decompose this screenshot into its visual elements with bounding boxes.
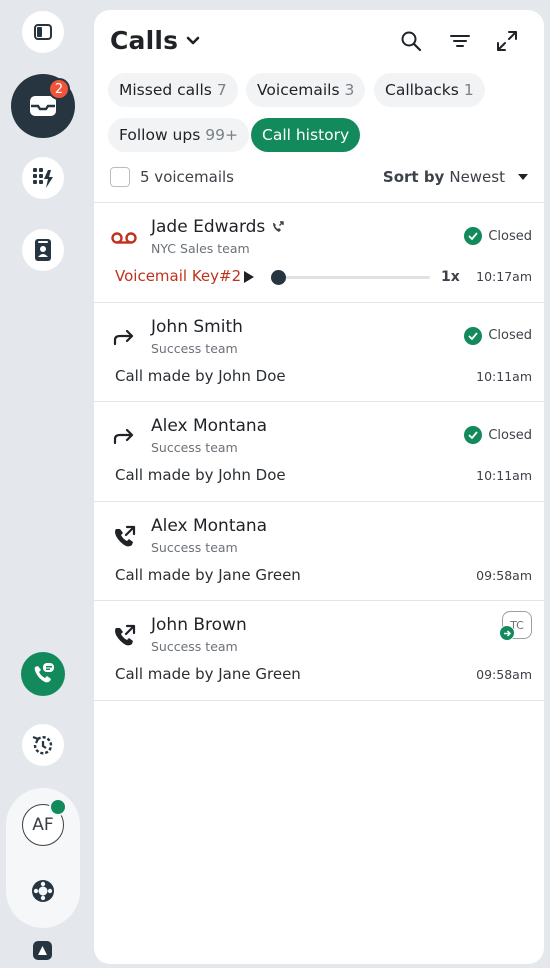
history-button[interactable]	[22, 724, 64, 766]
check-circle-icon	[464, 227, 483, 245]
playback-track[interactable]	[272, 276, 430, 279]
expand-button[interactable]	[494, 28, 520, 54]
caller-team: Success team	[151, 639, 238, 654]
help-lifebuoy-icon	[32, 880, 54, 902]
panel-header: Calls	[94, 10, 544, 74]
chip-follow-ups[interactable]: Follow ups 99+	[108, 118, 250, 152]
call-row[interactable]: John Smith Success team Closed Call made…	[94, 303, 544, 402]
caller-name: Alex Montana	[151, 515, 268, 536]
caller-name-text: Jade Edwards	[151, 217, 266, 237]
left-rail: 2 AF	[0, 0, 86, 968]
calls-panel: Calls Missed calls 7 Voicemails 3 Callba…	[94, 10, 544, 964]
call-detail: Call made by Jane Green	[115, 665, 301, 683]
outgoing-call-icon	[111, 524, 137, 550]
check-circle-icon	[464, 426, 483, 444]
history-icon	[32, 735, 53, 755]
voicemail-icon	[111, 225, 137, 251]
status-text: Closed	[488, 328, 532, 343]
caller-name: John Brown	[151, 615, 247, 635]
select-all-checkbox[interactable]	[110, 167, 130, 187]
voicemail-count: 5 voicemails	[140, 168, 234, 186]
forward-arrow-icon	[111, 424, 137, 450]
brand-logo	[33, 941, 52, 960]
play-icon[interactable]	[244, 271, 254, 283]
view-selector[interactable]: Calls	[110, 26, 200, 55]
contacts-button[interactable]	[22, 229, 64, 271]
status-text: Closed	[488, 427, 532, 443]
sidebar-toggle-icon	[34, 24, 52, 40]
search-icon	[401, 31, 422, 52]
page-title: Calls	[110, 26, 179, 55]
presence-status-dot	[49, 798, 67, 816]
assign-arrow-icon	[499, 625, 515, 641]
expand-icon	[497, 31, 517, 51]
phone-chat-icon	[34, 663, 54, 683]
chevron-down-icon	[186, 36, 200, 44]
call-row[interactable]: Alex Montana Success team Closed Call ma…	[94, 402, 544, 502]
call-row[interactable]: Alex Montana Success team Call made by J…	[94, 502, 544, 601]
caller-team: NYC Sales team	[151, 241, 250, 256]
sort-value: Newest	[449, 168, 505, 186]
call-detail: Call made by John Doe	[115, 366, 286, 385]
status-badge: Closed	[464, 326, 532, 345]
chip-count: 1	[463, 81, 474, 99]
contact-book-icon	[35, 239, 51, 261]
sort-prefix: Sort by	[382, 168, 445, 186]
caller-team: Success team	[151, 340, 238, 356]
sidebar-toggle-button[interactable]	[22, 11, 64, 53]
call-list: Jade Edwards NYC Sales team Closed Voice…	[94, 202, 544, 701]
keypad-bolt-icon	[33, 168, 53, 188]
keypad-button[interactable]	[22, 157, 64, 199]
chip-callbacks[interactable]: Callbacks 1	[374, 73, 485, 107]
caller-team: Success team	[151, 539, 238, 555]
status-text: Closed	[488, 228, 532, 244]
filter-icon	[450, 35, 470, 47]
phone-chat-button[interactable]	[21, 652, 65, 696]
chip-count: 99+	[205, 126, 239, 144]
search-button[interactable]	[398, 28, 424, 54]
caller-name: Jade Edwards	[151, 217, 285, 237]
playback-scrubber[interactable]	[271, 270, 287, 285]
forward-arrow-icon	[111, 325, 137, 351]
chip-label: Voicemails	[257, 81, 340, 99]
status-badge: Closed	[464, 426, 532, 444]
phone-transfer-icon	[273, 221, 284, 232]
call-row[interactable]: Jade Edwards NYC Sales team Closed Voice…	[94, 203, 544, 303]
avatar-initials: AF	[32, 815, 54, 835]
caller-name: John Smith	[151, 316, 243, 337]
chip-label: Callbacks	[385, 81, 459, 99]
voicemail-label: Voicemail Key#2	[115, 267, 242, 285]
caller-name: Alex Montana	[151, 416, 268, 436]
call-time: 09:58am	[476, 667, 532, 682]
chip-voicemails[interactable]: Voicemails 3	[246, 73, 366, 107]
call-detail: Call made by John Doe	[115, 466, 286, 484]
chip-missed-calls[interactable]: Missed calls 7	[108, 73, 238, 107]
outgoing-call-icon	[111, 623, 137, 649]
check-circle-icon	[464, 326, 483, 345]
call-time: 10:11am	[476, 368, 532, 384]
filter-button[interactable]	[447, 28, 473, 54]
list-toolbar: 5 voicemails Sort by Newest	[108, 166, 528, 190]
status-badge: Closed	[464, 227, 532, 245]
voicemail-player	[244, 269, 464, 285]
call-time: 10:17am	[476, 269, 532, 284]
call-row[interactable]: John Brown Success team TC Call made by …	[94, 601, 544, 701]
caret-down-icon	[518, 174, 528, 180]
call-time: 10:11am	[476, 468, 532, 483]
chip-label: Call history	[262, 126, 350, 144]
playback-speed-button[interactable]: 1x	[441, 269, 460, 285]
assignee-chip[interactable]: TC	[499, 611, 532, 641]
chip-count: 7	[216, 81, 227, 99]
chip-label: Follow ups	[119, 126, 201, 144]
call-detail: Call made by Jane Green	[115, 565, 301, 584]
chip-count: 3	[344, 81, 355, 99]
chip-label: Missed calls	[119, 81, 212, 99]
help-button[interactable]	[29, 877, 57, 909]
profile-card: AF	[6, 788, 80, 928]
chip-call-history[interactable]: Call history	[251, 118, 361, 152]
sort-dropdown[interactable]: Sort by Newest	[383, 168, 528, 186]
call-time: 09:58am	[476, 567, 532, 583]
inbox-unread-badge: 2	[48, 78, 70, 100]
caller-team: Success team	[151, 440, 238, 455]
